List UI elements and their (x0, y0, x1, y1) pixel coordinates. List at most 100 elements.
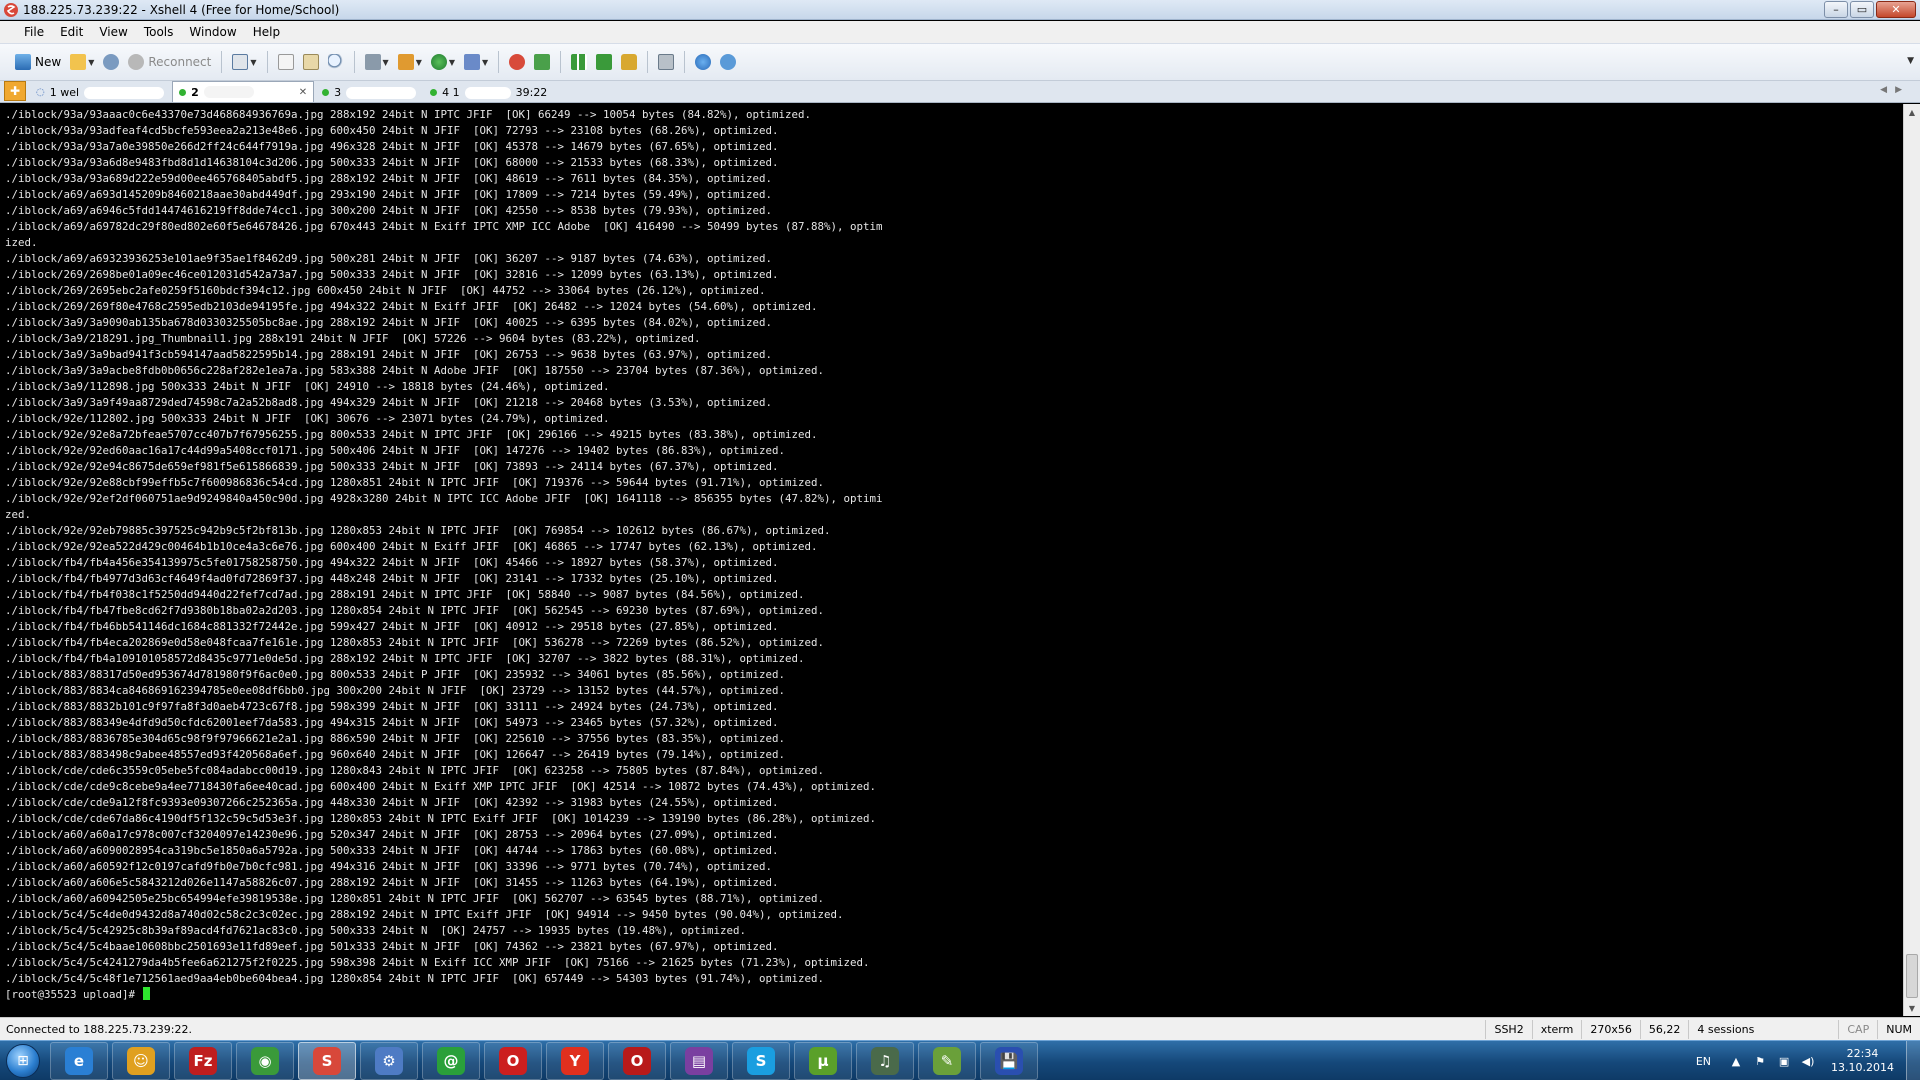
layout-button[interactable] (568, 50, 590, 74)
disconnect-button[interactable] (100, 50, 122, 74)
lock-icon (621, 54, 638, 70)
script-button[interactable] (531, 50, 553, 74)
menu-help[interactable]: Help (245, 25, 288, 39)
find-button[interactable] (325, 50, 347, 74)
toolbar-divider (560, 51, 562, 73)
taskbar-app-messenger[interactable]: ☺ (112, 1041, 170, 1080)
taskbar-app-skype[interactable]: S (732, 1041, 790, 1080)
xshell-app-icon (4, 2, 18, 17)
close-button[interactable]: ✕ (1876, 1, 1916, 18)
scroll-down-icon[interactable]: ▼ (1904, 1000, 1920, 1016)
taskbar-app-notepad[interactable]: ✎ (918, 1041, 976, 1080)
chevron-down-icon: ▼ (88, 57, 95, 67)
maximize-button[interactable]: ▭ (1850, 1, 1874, 18)
globe-icon (430, 54, 447, 70)
taskbar-app-internet-explorer[interactable]: e (50, 1041, 108, 1080)
taskbar-app-chrome[interactable]: ◉ (236, 1041, 294, 1080)
tab-label-suffix: 39:22 (515, 86, 548, 99)
terminal-output[interactable]: ./iblock/93a/93aaac0c6e43370e73d46868493… (0, 104, 1903, 1016)
terminal-prompt-line[interactable]: [root@35523 upload]# (5, 987, 1903, 1003)
taskbar-app-network-tool[interactable]: ⚙ (360, 1041, 418, 1080)
tab-scroll-arrows-icon[interactable]: ◀▶ (1880, 85, 1910, 95)
tab-session-3[interactable]: 3 (316, 83, 422, 102)
session-manager-icon[interactable]: ✚ (4, 81, 26, 101)
tab-close-icon[interactable]: ✕ (299, 87, 307, 98)
open-folder-button[interactable]: ▼ (67, 50, 97, 74)
show-desktop-button[interactable] (1906, 1041, 1920, 1080)
new-session-button[interactable]: New (12, 50, 64, 74)
session-count-status: 4 sessions (1688, 1019, 1838, 1039)
transfer-button[interactable]: ▼ (395, 50, 425, 74)
connected-icon (430, 89, 438, 96)
terminal-line: ./iblock/cde/cde67da86c4190df5f132c59c5d… (5, 812, 877, 825)
lock-button[interactable] (618, 50, 640, 74)
menu-tools[interactable]: Tools (136, 25, 182, 39)
taskbar-app-floppy-save[interactable]: 💾 (980, 1041, 1038, 1080)
taskbar-app-utorrent[interactable]: µ (794, 1041, 852, 1080)
terminal-line: ./iblock/a60/a60a17c978c007cf3204097e142… (5, 828, 779, 841)
terminal-scrollbar[interactable]: ▲ ▼ (1903, 104, 1920, 1016)
reconnect-button[interactable]: Reconnect (125, 50, 214, 74)
network-icon[interactable]: ▣ (1777, 1054, 1791, 1068)
toolbar-overflow-icon[interactable]: ▼ (1907, 56, 1914, 66)
menu-file[interactable]: File (16, 25, 52, 39)
properties-button[interactable]: ▼ (229, 50, 259, 74)
action-center-flag-icon[interactable]: ⚑ (1753, 1054, 1767, 1068)
taskbar-app-opera-next[interactable]: O (608, 1041, 666, 1080)
toolbar-divider (266, 51, 268, 73)
copy-button[interactable] (275, 50, 297, 74)
opera-next-icon: O (623, 1046, 651, 1075)
help-icon (695, 54, 712, 70)
input-language[interactable]: EN (1696, 1055, 1711, 1068)
tab-session-4[interactable]: 4 1 39:22 (424, 83, 553, 102)
taskbar-app-winrar[interactable]: ▤ (670, 1041, 728, 1080)
print-button[interactable]: ▼ (362, 50, 392, 74)
terminal-line: ./iblock/a69/a69782dc29f80ed802e60f5e646… (5, 220, 883, 233)
tab-session-2[interactable]: 2 ✕ (172, 81, 315, 102)
terminal-line: ./iblock/883/88317d50ed953674d781980f9f6… (5, 668, 786, 681)
terminal-line: ./iblock/5c4/5c4baae10608bbc2501693e11fd… (5, 940, 779, 953)
font-button[interactable]: ▼ (461, 50, 491, 74)
disconnected-icon: ◌ (36, 87, 45, 98)
scroll-up-icon[interactable]: ▲ (1904, 104, 1920, 120)
connected-icon (179, 88, 187, 96)
xftp-button[interactable] (506, 50, 528, 74)
taskbar-app-audio-player[interactable]: ♫ (856, 1041, 914, 1080)
scrollbar-thumb[interactable] (1906, 954, 1918, 998)
compose-button[interactable] (593, 50, 615, 74)
taskbar-app-mail-agent[interactable]: @ (422, 1041, 480, 1080)
show-hidden-icons-icon[interactable]: ▲ (1729, 1054, 1743, 1068)
help-button[interactable] (692, 50, 714, 74)
taskbar-app-filezilla[interactable]: Fz (174, 1041, 232, 1080)
menu-edit[interactable]: Edit (52, 25, 91, 39)
keyboard-button[interactable] (655, 50, 677, 74)
windows-taskbar: ⊞ e ☺ Fz ◉ S ⚙ @ O Y O ▤ Sµ ♫ ✎ 💾 EN ▲ ⚑ ▣ ◀) 22:34 13… (0, 1040, 1920, 1080)
chat-button[interactable] (717, 50, 739, 74)
paste-button[interactable] (300, 50, 322, 74)
chevron-down-icon: ▼ (382, 57, 389, 67)
tab-label: 1 wel (49, 86, 80, 99)
start-button[interactable]: ⊞ (0, 1041, 46, 1080)
toolbar-divider (498, 51, 500, 73)
volume-icon[interactable]: ◀) (1801, 1054, 1815, 1068)
chevron-down-icon: ▼ (250, 57, 257, 67)
terminal-line: ./iblock/3a9/3a9bad941f3cb594147aad58225… (5, 348, 773, 361)
taskbar-app-yandex-browser[interactable]: Y (546, 1041, 604, 1080)
taskbar-app-opera[interactable]: O (484, 1041, 542, 1080)
terminal-line: ./iblock/92e/92eb79885c397525c942b9c5f2b… (5, 524, 831, 537)
terminal-line: ./iblock/93a/93a689d222e59d00ee465768405… (5, 172, 773, 185)
reconnect-icon (128, 54, 145, 70)
connected-icon (322, 89, 330, 96)
menu-window[interactable]: Window (181, 25, 244, 39)
taskbar-app-xshell[interactable]: S (298, 1041, 356, 1080)
terminal-line: ./iblock/3a9/3a9f49aa8729ded74598c7a2a52… (5, 396, 773, 409)
title-bar[interactable]: 188.225.73.239:22 - Xshell 4 (Free for H… (0, 0, 1920, 20)
new-session-icon (15, 54, 31, 70)
minimize-button[interactable]: – (1824, 1, 1848, 18)
globe-button[interactable]: ▼ (428, 50, 458, 74)
skype-icon: S (747, 1046, 775, 1075)
tray-clock[interactable]: 22:34 13.10.2014 (1831, 1047, 1894, 1075)
tab-session-1[interactable]: ◌ 1 wel (30, 83, 170, 102)
menu-view[interactable]: View (91, 25, 135, 39)
internet-explorer-icon: e (65, 1046, 93, 1075)
